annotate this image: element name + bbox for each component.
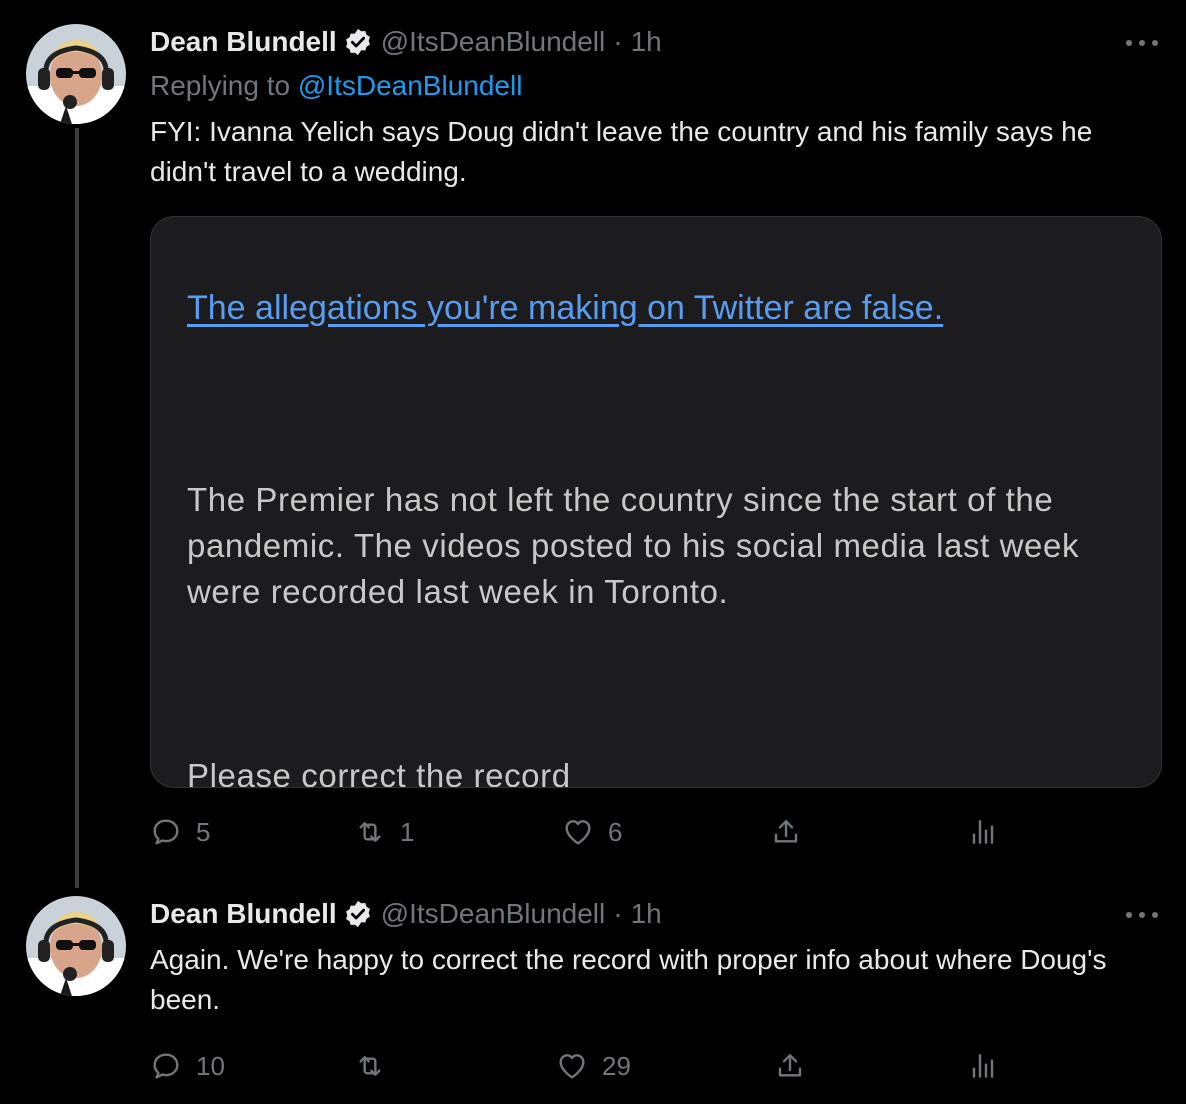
avatar[interactable] [26, 896, 126, 996]
retweet-count: 1 [400, 816, 415, 847]
timestamp[interactable]: 1h [631, 898, 662, 930]
retweet-button[interactable]: 1 [354, 812, 414, 852]
like-button[interactable]: 6 [562, 812, 622, 852]
author-name[interactable]: Dean Blundell [150, 898, 337, 930]
reply-icon [153, 1053, 179, 1079]
tweet-actions: 10 29 [150, 1046, 1000, 1086]
share-icon [774, 820, 798, 843]
author-handle[interactable]: @ItsDeanBlundell [381, 26, 606, 58]
share-button[interactable] [774, 1046, 806, 1086]
separator-dot: · [613, 898, 623, 929]
verified-badge-icon [345, 28, 370, 56]
share-button[interactable] [770, 812, 802, 852]
avatar[interactable] [26, 24, 126, 124]
media-cut-text: Please correct the record [187, 757, 571, 788]
media-paragraph: The Premier has not left the country sin… [187, 481, 1080, 610]
analytics-button[interactable] [966, 1046, 998, 1086]
like-count: 29 [602, 1050, 631, 1081]
reply-count: 10 [196, 1050, 225, 1081]
tweet-header: Dean Blundell @ItsDeanBlundell · 1h [150, 26, 662, 58]
like-icon [565, 820, 591, 845]
like-button[interactable]: 29 [556, 1046, 631, 1086]
reply-count: 5 [196, 816, 211, 847]
author-handle[interactable]: @ItsDeanBlundell [381, 898, 606, 930]
retweet-button[interactable] [354, 1046, 400, 1086]
verified-badge-icon [345, 900, 370, 928]
author-name[interactable]: Dean Blundell [150, 26, 337, 58]
more-icon[interactable] [1126, 38, 1158, 48]
analytics-button[interactable] [966, 812, 998, 852]
retweet-icon [359, 1056, 381, 1076]
retweet-icon [359, 822, 381, 842]
like-count: 6 [608, 816, 623, 847]
tweet[interactable]: Dean Blundell @ItsDeanBlundell · 1h Agai… [0, 880, 1186, 1104]
tweet-text: Again. We're happy to correct the record… [150, 944, 1107, 1015]
analytics-icon [972, 1054, 994, 1078]
separator-dot: · [613, 26, 623, 57]
like-icon [559, 1054, 585, 1079]
tweet-media-image[interactable]: The allegations you're making on Twitter… [150, 216, 1162, 788]
timestamp[interactable]: 1h [631, 26, 662, 58]
thread-connector-line [75, 128, 79, 888]
media-link-text: The allegations you're making on Twitter… [187, 289, 944, 327]
analytics-icon [972, 820, 994, 844]
tweet-header: Dean Blundell @ItsDeanBlundell · 1h [150, 898, 662, 930]
share-icon [778, 1054, 802, 1077]
tweet-actions: 5 1 6 [150, 812, 1000, 852]
reply-icon [153, 819, 179, 845]
reply-button[interactable]: 5 [150, 812, 210, 852]
replying-prefix: Replying to [150, 70, 291, 101]
replying-to-mention[interactable]: @ItsDeanBlundell [298, 70, 523, 101]
tweet-text: FYI: Ivanna Yelich says Doug didn't leav… [150, 116, 1093, 187]
replying-to-line: Replying to @ItsDeanBlundell [150, 70, 522, 102]
reply-button[interactable]: 10 [150, 1046, 225, 1086]
tweet[interactable]: Dean Blundell @ItsDeanBlundell · 1h Repl… [0, 0, 1186, 888]
more-icon[interactable] [1126, 910, 1158, 920]
